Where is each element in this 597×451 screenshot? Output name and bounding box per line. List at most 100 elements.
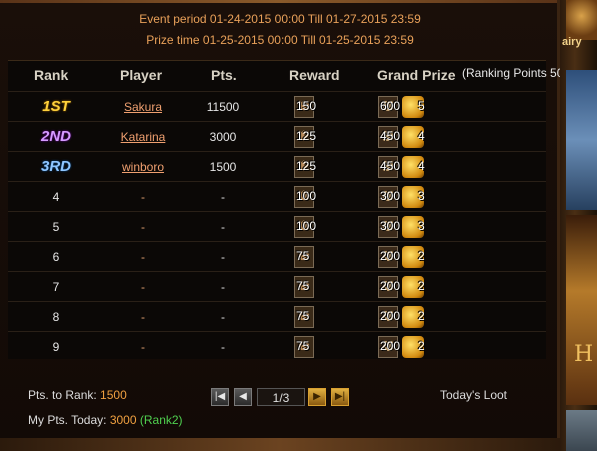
header-grand-prize: Grand Prize (377, 67, 456, 83)
player-empty: - (141, 250, 145, 264)
grand-prize-gold-amount: 3 (418, 219, 425, 233)
reward-amount: 125 (296, 129, 317, 143)
pts-to-rank: Pts. to Rank: 1500 (28, 388, 127, 402)
points-cell: - (221, 250, 225, 264)
table-row: 5 - - 100 300 3 (8, 211, 546, 242)
rank-cell: 2ND (40, 128, 71, 145)
grand-prize-box-amount: 300 (380, 189, 401, 203)
player-link[interactable]: Katarina (121, 130, 166, 144)
table-row: 1ST Sakura 11500 150 600 5 (8, 91, 546, 122)
table-row: 3RD winboro 1500 125 450 4 (8, 151, 546, 182)
header-pts: Pts. (211, 67, 237, 83)
event-period-text: Event period 01-24-2015 00:00 Till 01-27… (139, 12, 421, 26)
header-player: Player (120, 67, 163, 83)
table-row: 8 - - 75 200 2 (8, 301, 546, 332)
grand-prize-gold-amount: 4 (418, 159, 425, 173)
player-cell: - (98, 332, 188, 362)
my-pts-label: My Pts. Today: (28, 413, 107, 427)
points-cell: - (221, 190, 225, 204)
player-cell: winboro (98, 152, 188, 182)
grand-prize-gold-amount: 2 (418, 249, 425, 263)
points-cell: 3000 (209, 130, 237, 144)
pts-to-rank-value: 1500 (100, 388, 127, 402)
table-row: 6 - - 75 200 2 (8, 241, 546, 272)
rank-cell: 7 (52, 280, 60, 294)
next-page-button[interactable]: ▶ (308, 388, 326, 406)
side-bottom-image (566, 410, 597, 451)
grand-prize-box-amount: 450 (380, 159, 401, 173)
first-page-button[interactable]: |◀ (211, 388, 229, 406)
side-top-text: airy (562, 36, 582, 48)
grand-prize-gold-amount: 2 (418, 279, 425, 293)
player-cell: - (98, 212, 188, 242)
rank-cell: 3RD (40, 158, 71, 175)
grand-prize-box-amount: 300 (380, 219, 401, 233)
rank-cell: 5 (52, 220, 60, 234)
my-pts-value: 3000 (109, 413, 137, 427)
table-row: 4 - - 100 300 3 (8, 181, 546, 212)
player-cell: Katarina (98, 122, 188, 152)
grand-prize-box-amount: 200 (380, 249, 401, 263)
points-cell: - (221, 340, 225, 354)
event-ranking-panel: Event period 01-24-2015 00:00 Till 01-27… (0, 0, 581, 451)
player-empty: - (141, 340, 145, 354)
prev-page-icon: ◀ (239, 391, 247, 402)
grand-prize-box-amount: 200 (380, 339, 401, 353)
player-empty: - (141, 310, 145, 324)
points-cell: 1500 (209, 160, 237, 174)
points-cell: 11500 (206, 100, 240, 114)
rank-cell: 4 (52, 190, 60, 204)
grand-prize-box-amount: 450 (380, 129, 401, 143)
last-page-button[interactable]: ▶| (331, 388, 349, 406)
header-rank: Rank (34, 67, 69, 83)
ranking-table: Rank Player Pts. Reward Grand Prize 1ST S… (8, 60, 546, 359)
my-pts-today: My Pts. Today: 3000 (Rank2) (28, 413, 183, 427)
grand-prize-gold-amount: 2 (418, 309, 425, 323)
page-indicator: 1/3 (257, 388, 305, 406)
player-empty: - (141, 280, 145, 294)
side-panel: airy H (560, 0, 597, 451)
player-empty: - (141, 220, 145, 234)
last-page-icon: ▶| (334, 391, 346, 402)
table-row: 7 - - 75 200 2 (8, 271, 546, 302)
player-link[interactable]: winboro (122, 160, 164, 174)
player-cell: - (98, 242, 188, 272)
grand-prize-gold-amount: 2 (418, 339, 425, 353)
prize-time-text: Prize time 01-25-2015 00:00 Till 01-25-2… (146, 33, 414, 47)
pts-to-rank-label: Pts. to Rank: (28, 388, 97, 402)
rank-cell: 8 (52, 310, 60, 324)
rank-cell: 1ST (42, 98, 70, 115)
reward-amount: 75 (296, 249, 310, 263)
reward-amount: 75 (296, 339, 310, 353)
points-cell: - (221, 310, 225, 324)
prev-page-button[interactable]: ◀ (234, 388, 252, 406)
points-cell: - (221, 220, 225, 234)
player-link[interactable]: Sakura (124, 100, 162, 114)
side-avatar-image (566, 0, 597, 40)
grand-prize-gold-amount: 4 (418, 129, 425, 143)
rank-cell: 6 (52, 250, 60, 264)
player-cell: Sakura (98, 92, 188, 122)
my-rank: (Rank2) (139, 413, 183, 427)
reward-amount: 75 (296, 279, 310, 293)
reward-amount: 150 (296, 99, 317, 113)
bottom-frame-bar (0, 438, 560, 451)
grand-prize-box-amount: 600 (380, 99, 401, 113)
player-cell: - (98, 302, 188, 332)
first-page-icon: |◀ (214, 391, 226, 402)
table-row: 2ND Katarina 3000 125 450 4 (8, 121, 546, 152)
side-banner-text: H (574, 342, 594, 367)
grand-prize-gold-amount: 5 (418, 99, 425, 113)
player-empty: - (141, 190, 145, 204)
todays-loot-button[interactable]: Today's Loot (440, 388, 507, 402)
next-page-icon: ▶ (313, 391, 321, 402)
reward-amount: 125 (296, 159, 317, 173)
reward-amount: 75 (296, 309, 310, 323)
points-cell: - (221, 280, 225, 294)
side-scenery-image (566, 70, 597, 210)
header-reward: Reward (289, 67, 340, 83)
rank-cell: 9 (52, 340, 60, 354)
side-banner-image (566, 215, 597, 405)
grand-prize-gold-amount: 3 (418, 189, 425, 203)
reward-amount: 100 (296, 189, 317, 203)
